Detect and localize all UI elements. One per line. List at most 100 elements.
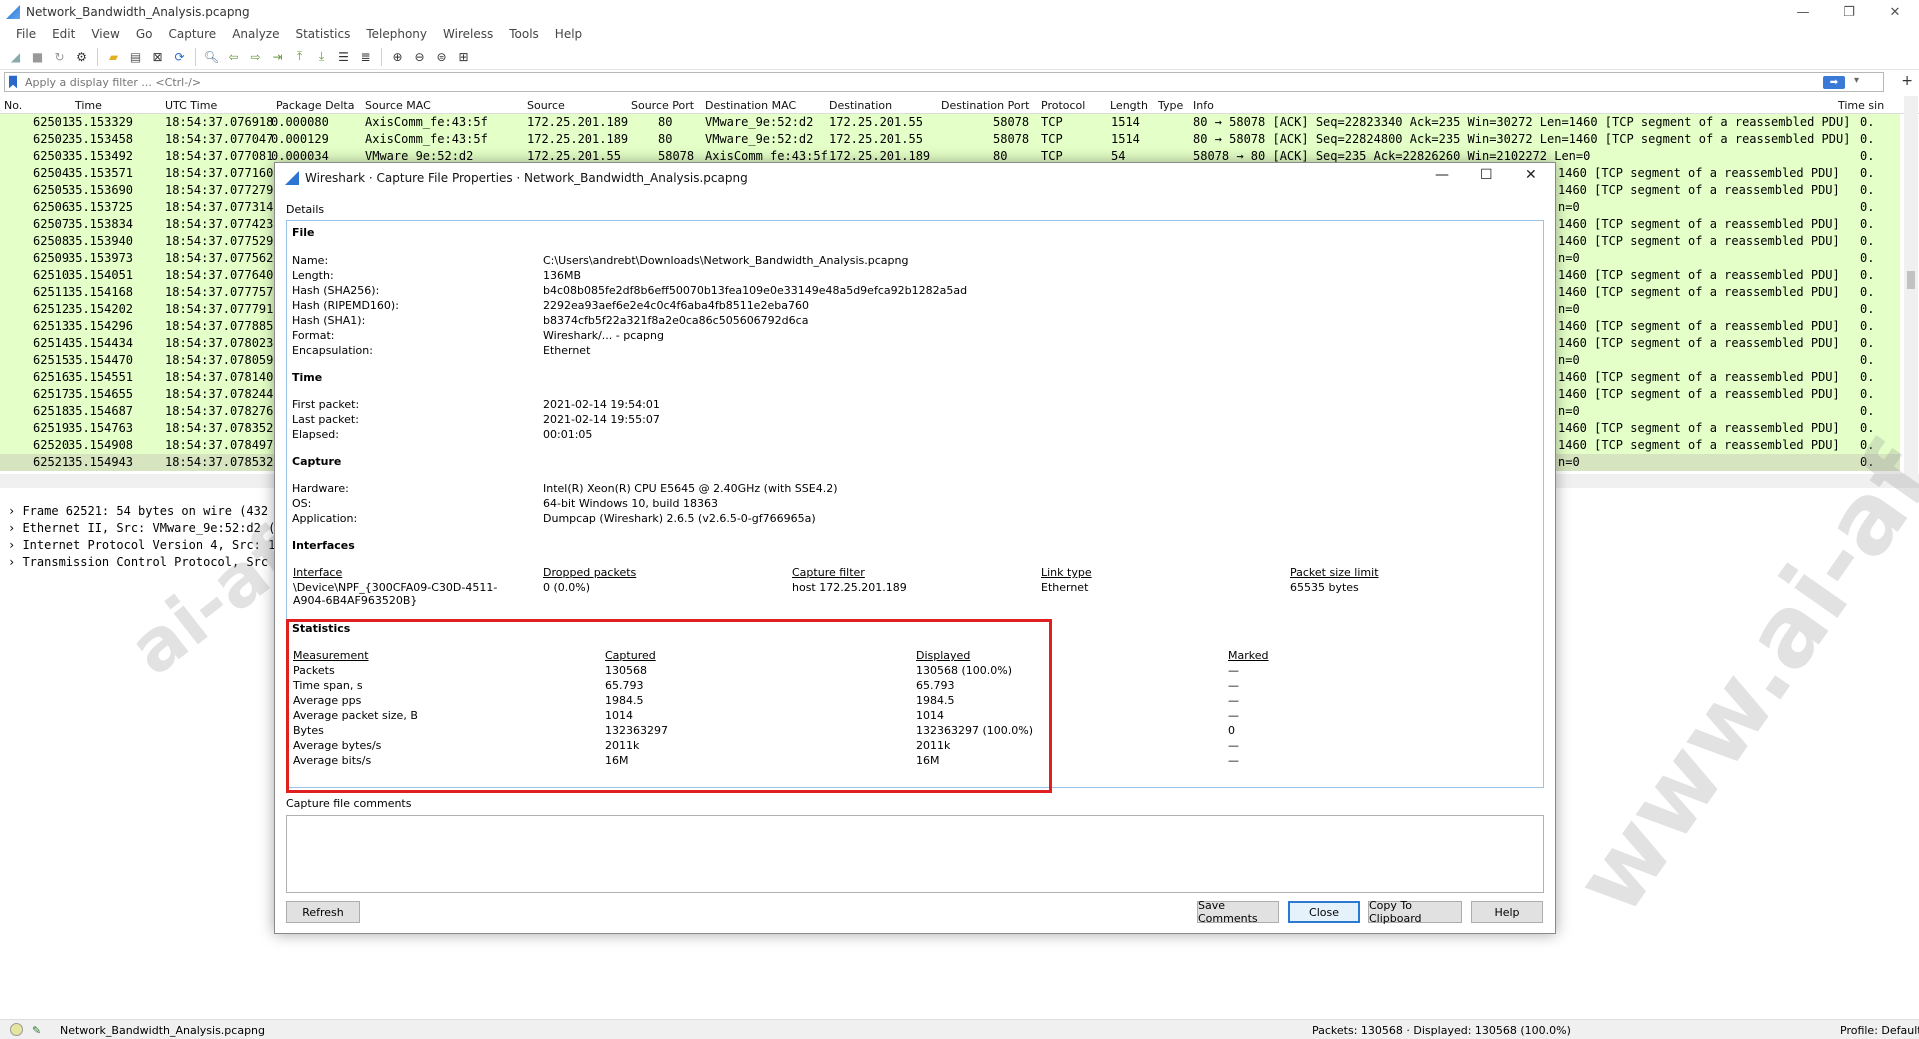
resize-columns-icon[interactable]: ⊞	[454, 47, 473, 66]
comment-edit-icon[interactable]: ✎	[32, 1024, 41, 1037]
first-packet-icon[interactable]: ⤒	[290, 47, 309, 66]
column-header-source-mac[interactable]: Source MAC	[365, 99, 431, 112]
column-header-protocol[interactable]: Protocol	[1041, 99, 1085, 112]
column-header-length[interactable]: Length	[1110, 99, 1148, 112]
zoom-in-icon[interactable]: ⊕	[388, 47, 407, 66]
menu-tools[interactable]: Tools	[501, 27, 547, 41]
column-header-package-delta[interactable]: Package Delta	[276, 99, 354, 112]
reload-file-icon[interactable]: ⟳	[170, 47, 189, 66]
menu-go[interactable]: Go	[128, 27, 161, 41]
column-header-info[interactable]: Info	[1193, 99, 1214, 112]
column-header-destination-mac[interactable]: Destination MAC	[705, 99, 796, 112]
restore-icon[interactable]: ❐	[1826, 0, 1872, 24]
packet-cell-no: 62521	[33, 455, 70, 469]
save-file-icon[interactable]: ▤	[126, 47, 145, 66]
column-header-source[interactable]: Source	[527, 99, 565, 112]
find-packet-icon[interactable]: 🔍︎	[202, 47, 221, 66]
last-packet-icon[interactable]: ⤓	[312, 47, 331, 66]
refresh-button[interactable]: Refresh	[286, 901, 360, 923]
column-header-utc-time[interactable]: UTC Time	[165, 99, 217, 112]
stats-cell-marked: —	[1228, 709, 1239, 722]
zoom-out-icon[interactable]: ⊖	[410, 47, 429, 66]
expand-chevron-icon[interactable]: ›	[8, 555, 22, 569]
packet-row[interactable]: 62502 35.153458 18:54:37.077047 0.000129 Axi…	[0, 131, 1900, 148]
minimize-icon[interactable]: —	[1780, 0, 1826, 24]
dialog-minimize-icon[interactable]: —	[1435, 167, 1449, 183]
expand-chevron-icon[interactable]: ›	[8, 521, 22, 535]
autoscroll-icon[interactable]: ☰	[334, 47, 353, 66]
packet-cell-utc: 18:54:37.077791	[165, 302, 274, 316]
expert-info-icon[interactable]	[10, 1023, 23, 1036]
expand-chevron-icon[interactable]: ›	[8, 538, 22, 552]
bookmark-icon[interactable]	[9, 75, 17, 89]
menu-statistics[interactable]: Statistics	[287, 27, 358, 41]
open-file-icon[interactable]: ▰	[104, 47, 123, 66]
close-button[interactable]: Close	[1288, 901, 1360, 923]
packet-cell-smac: VMware_9e:52:d2	[365, 149, 474, 163]
close-window-icon[interactable]: ✕	[1872, 0, 1918, 24]
detail-row-tcp[interactable]: › Transmission Control Protocol, Src P	[8, 555, 283, 572]
column-header-destination-port[interactable]: Destination Port	[941, 99, 1029, 112]
start-capture-icon[interactable]: ◢	[6, 47, 25, 66]
menu-analyze[interactable]: Analyze	[224, 27, 287, 41]
menu-help[interactable]: Help	[547, 27, 590, 41]
column-header-time-since[interactable]: Time sin	[1838, 99, 1884, 112]
hash-ripemd160-label: Hash (RIPEMD160):	[292, 299, 399, 312]
capture-comments-textarea[interactable]	[286, 815, 1544, 893]
packet-row[interactable]: 62501 35.153329 18:54:37.076918 0.000080 Axi…	[0, 114, 1900, 131]
file-length-label: Length:	[292, 269, 334, 282]
menu-capture[interactable]: Capture	[160, 27, 224, 41]
save-comments-button[interactable]: Save Comments	[1197, 899, 1279, 925]
menu-view[interactable]: View	[83, 27, 127, 41]
iface-size-limit-value: 65535 bytes	[1290, 581, 1359, 594]
dialog-close-icon[interactable]: ✕	[1525, 167, 1537, 183]
menu-telephony[interactable]: Telephony	[358, 27, 435, 41]
packet-cell-delta: 0.000034	[271, 149, 329, 163]
stop-capture-icon[interactable]: ■	[28, 47, 47, 66]
status-profile[interactable]: Profile: Default	[1840, 1024, 1919, 1037]
stats-header-marked: Marked	[1228, 649, 1269, 662]
display-filter-input[interactable]	[25, 75, 1825, 89]
detail-row-frame[interactable]: › Frame 62521: 54 bytes on wire (432 b	[8, 504, 283, 521]
packet-cell-no: 62509	[33, 251, 70, 265]
close-file-icon[interactable]: ⊠	[148, 47, 167, 66]
packet-list-vertical-scrollbar[interactable]	[1904, 96, 1918, 474]
dialog-maximize-icon[interactable]: ☐	[1480, 167, 1493, 183]
menu-edit[interactable]: Edit	[44, 27, 83, 41]
normal-size-icon[interactable]: ⊜	[432, 47, 451, 66]
column-header-type[interactable]: Type	[1158, 99, 1183, 112]
go-back-icon[interactable]: ⇦	[224, 47, 243, 66]
help-button[interactable]: Help	[1471, 901, 1543, 923]
detail-row-ipv4[interactable]: › Internet Protocol Version 4, Src: 17	[8, 538, 283, 555]
status-bar: ✎ Network_Bandwidth_Analysis.pcapng Pack…	[0, 1019, 1919, 1039]
packet-cell-info: n=0	[1558, 302, 1580, 316]
packet-cell-info: 1460 [TCP segment of a reassembled PDU]	[1558, 319, 1840, 333]
scrollbar-thumb[interactable]	[1907, 271, 1915, 289]
packet-cell-no: 62520	[33, 438, 70, 452]
filter-dropdown-icon[interactable]: ▾	[1854, 75, 1859, 86]
expand-chevron-icon[interactable]: ›	[8, 504, 22, 518]
detail-row-ethernet[interactable]: › Ethernet II, Src: VMware_9e:52:d2 (0	[8, 521, 283, 538]
encapsulation-value: Ethernet	[543, 344, 591, 357]
go-forward-icon[interactable]: ⇨	[246, 47, 265, 66]
restart-capture-icon[interactable]: ↻	[50, 47, 69, 66]
add-filter-button-icon[interactable]: +	[1901, 73, 1913, 89]
column-header-destination[interactable]: Destination	[829, 99, 892, 112]
colorize-icon[interactable]: ≣	[356, 47, 375, 66]
apply-filter-arrow-icon[interactable]: ➡	[1823, 76, 1845, 89]
column-header-no[interactable]: No.	[4, 99, 22, 112]
go-to-packet-icon[interactable]: ⇥	[268, 47, 287, 66]
menu-file[interactable]: File	[8, 27, 44, 41]
capture-comments-label: Capture file comments	[286, 797, 412, 810]
packet-cell-utc: 18:54:37.078244	[165, 387, 274, 401]
packet-cell-len: 1514	[1111, 115, 1140, 129]
packet-cell-info: 1460 [TCP segment of a reassembled PDU]	[1558, 387, 1840, 401]
capture-options-icon[interactable]: ⚙	[72, 47, 91, 66]
column-header-source-port[interactable]: Source Port	[631, 99, 694, 112]
iface-dropped-value: 0 (0.0%)	[543, 581, 591, 594]
copy-to-clipboard-button[interactable]: Copy To Clipboard	[1368, 899, 1462, 925]
packet-cell-ts: 0.	[1860, 251, 1875, 265]
column-header-time[interactable]: Time	[75, 99, 102, 112]
packet-cell-ts: 0.	[1860, 438, 1875, 452]
menu-wireless[interactable]: Wireless	[435, 27, 501, 41]
